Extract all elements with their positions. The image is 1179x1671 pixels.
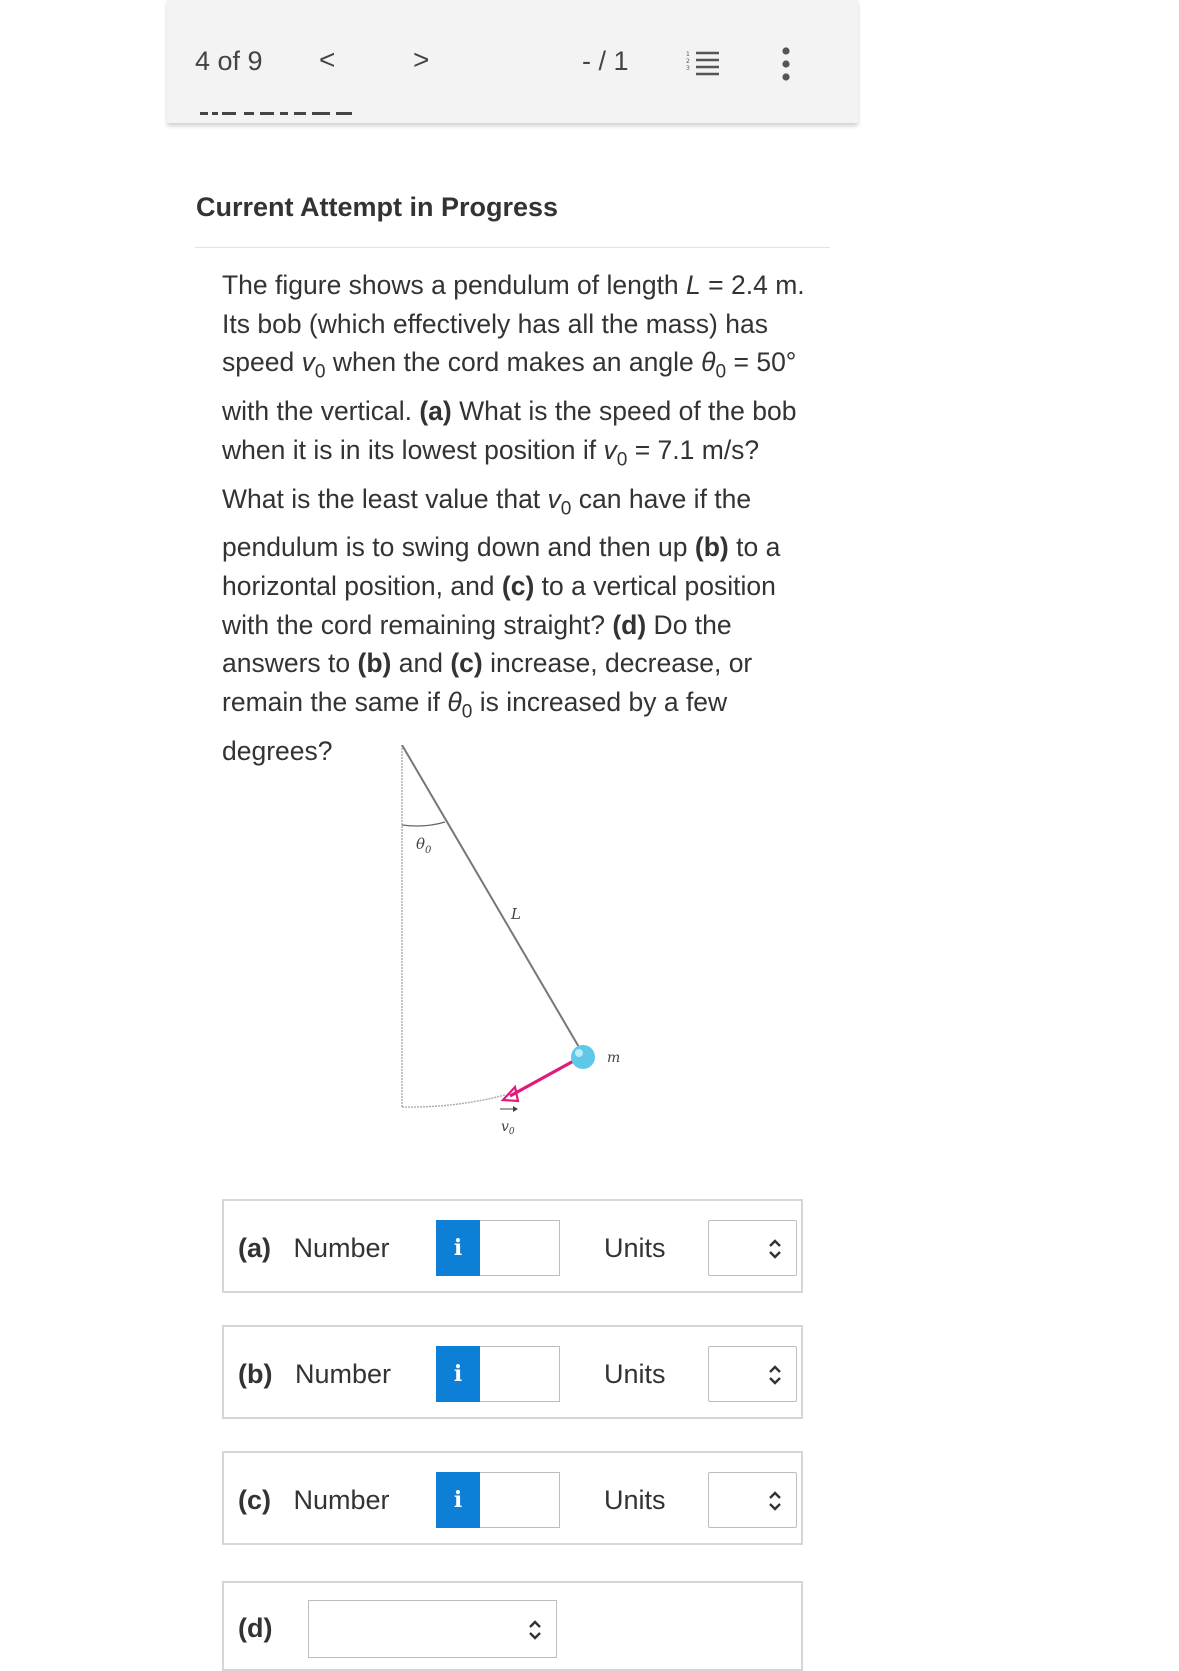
pendulum-bob	[571, 1045, 595, 1069]
svg-text:2: 2	[686, 58, 690, 65]
part-c-label: (c) Number	[238, 1485, 390, 1515]
units-select-a[interactable]	[708, 1220, 797, 1276]
question-text-segment: 0	[616, 448, 628, 470]
units-select-b[interactable]	[708, 1346, 797, 1402]
length-label: L	[510, 905, 521, 923]
units-select-c[interactable]	[708, 1472, 797, 1528]
svg-text:3: 3	[686, 65, 690, 72]
question-text-segment: v	[301, 347, 315, 378]
question-text-segment: L	[686, 270, 701, 300]
question-text-segment: (c)	[501, 571, 535, 602]
number-input-b[interactable]	[480, 1346, 560, 1402]
question-text-segment: (d)	[612, 609, 647, 640]
part-d-label: (d)	[238, 1613, 273, 1643]
angle-arc	[401, 821, 446, 827]
question-text-segment: (c)	[450, 648, 483, 679]
velocity-arrow	[509, 1056, 580, 1098]
divider	[195, 247, 830, 248]
question-text-segment: 0	[560, 497, 572, 519]
question-text-segment: 0	[715, 361, 727, 383]
more-vertical-icon[interactable]	[780, 46, 792, 82]
svg-text:1: 1	[686, 51, 690, 58]
pendulum-figure: θ0 L m v0	[401, 745, 620, 1137]
numbered-list-icon[interactable]: 1 2 3	[685, 48, 721, 80]
question-text: The figure shows a pendulum of length L …	[222, 266, 812, 770]
info-button-b[interactable]: i	[436, 1346, 480, 1402]
pendulum-cord	[401, 745, 584, 1055]
angle-label: θ0	[416, 835, 432, 856]
answer-row-b: (b) Number i Units	[222, 1325, 803, 1419]
units-label-a: Units	[604, 1233, 666, 1263]
page-count: 4 of 9	[195, 46, 263, 76]
answer-select-d[interactable]	[308, 1600, 557, 1658]
question-text-segment: 0	[461, 701, 473, 723]
question-text-segment: θ	[447, 686, 462, 717]
question-text-segment: v	[603, 434, 617, 465]
question-text-segment: 0	[314, 361, 326, 383]
number-input-a[interactable]	[480, 1220, 560, 1276]
previous-question-button[interactable]: <	[319, 44, 335, 76]
part-b-label: (b) Number	[238, 1359, 392, 1389]
units-label-c: Units	[604, 1485, 666, 1515]
question-score: - / 1	[582, 46, 629, 76]
answer-row-d: (d)	[222, 1581, 803, 1671]
attempt-status-heading: Current Attempt in Progress	[196, 192, 559, 222]
question-text-segment: and	[391, 648, 451, 679]
chevron-up-down-icon	[769, 1239, 781, 1259]
units-label-b: Units	[604, 1359, 666, 1389]
answer-row-a: (a) Number i Units	[222, 1199, 803, 1293]
clipped-link-text	[200, 112, 352, 115]
mass-label: m	[607, 1050, 620, 1066]
question-text-segment: θ	[701, 347, 716, 378]
chevron-up-down-icon	[769, 1365, 781, 1385]
info-button-c[interactable]: i	[436, 1472, 480, 1528]
question-text-segment: (b)	[357, 648, 392, 679]
info-button-a[interactable]: i	[436, 1220, 480, 1276]
chevron-up-down-icon	[769, 1491, 781, 1511]
chevron-up-down-icon	[529, 1620, 541, 1640]
top-navigation-bar: 4 of 9 < > - / 1 1 2 3	[167, 0, 858, 123]
question-text-segment: The figure shows a pendulum of length	[222, 270, 687, 300]
swing-arc	[401, 1094, 506, 1108]
next-question-button[interactable]: >	[413, 44, 429, 76]
question-text-segment: when the cord makes an angle	[325, 347, 702, 378]
question-text-segment: (b)	[694, 532, 729, 563]
question-text-segment: v	[547, 483, 561, 514]
part-a-label: (a) Number	[238, 1233, 390, 1263]
answer-row-c: (c) Number i Units	[222, 1451, 803, 1545]
number-input-c[interactable]	[480, 1472, 560, 1528]
velocity-label: v0	[501, 1119, 515, 1137]
question-text-segment: (a)	[419, 396, 452, 427]
